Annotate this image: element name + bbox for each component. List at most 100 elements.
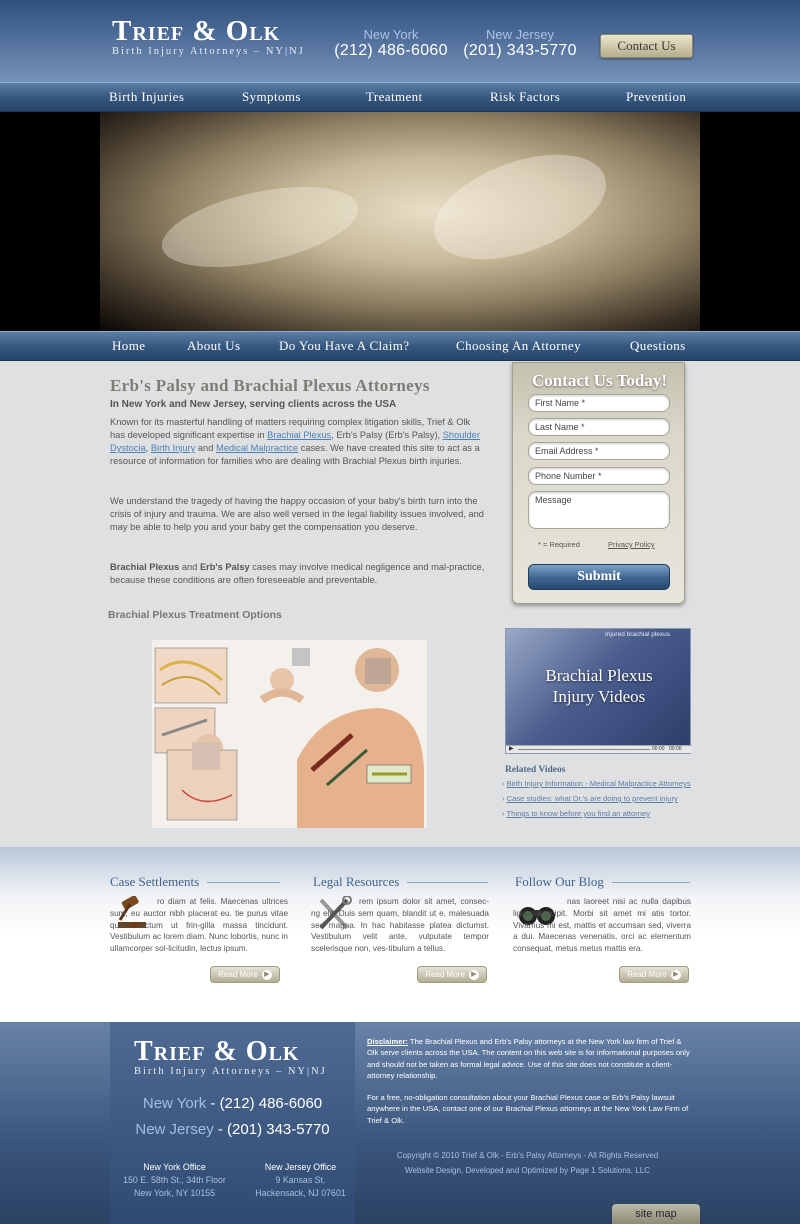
site-footer: Trief & Olk Birth Injury Attorneys – NY|… [0, 1022, 800, 1224]
phone-number: - (201) 343-5770 [213, 1121, 330, 1138]
tragedy-paragraph: We understand the tragedy of having the … [110, 496, 484, 532]
nav-item-home[interactable]: Home [112, 338, 145, 354]
brand-logo[interactable]: Trief & Olk Birth Injury Attorneys – NY|… [112, 16, 305, 57]
intro-paragraph: Known for its masterful handling of matt… [110, 416, 485, 468]
text: and [195, 443, 216, 453]
nav-item-birth-injuries[interactable]: Birth Injuries [109, 89, 184, 105]
nav-item-risk-factors[interactable]: Risk Factors [490, 89, 560, 105]
nav-item-about-us[interactable]: About Us [187, 338, 240, 354]
nav-item-choosing-attorney[interactable]: Choosing An Attorney [456, 338, 581, 354]
office-address-line2: Hackensack, NJ 07601 [255, 1188, 346, 1198]
link-text[interactable]: Case studies: what Dr.'s are doing to pr… [507, 794, 678, 803]
video-title-line2: Injury Videos [552, 687, 646, 706]
arrow-icon: ▶ [261, 969, 272, 980]
related-videos-title: Related Videos [505, 765, 566, 775]
nav-item-symptoms[interactable]: Symptoms [242, 89, 301, 105]
nav-item-treatment[interactable]: Treatment [366, 89, 423, 105]
column-title: Legal Resources [313, 874, 488, 890]
office-name: New York Office [143, 1162, 206, 1172]
phone-number: - (212) 486-6060 [206, 1095, 323, 1112]
anatomy-illustration [154, 647, 424, 828]
nav-item-claim[interactable]: Do You Have A Claim? [279, 338, 409, 354]
related-video-link[interactable]: › Birth Injury Information - Medical Mal… [502, 779, 691, 788]
seek-bar[interactable] [518, 749, 650, 750]
text: The Brachial Plexus and Erb's Palsy atto… [367, 1037, 690, 1080]
phone-city: New York [142, 1095, 207, 1112]
video-controls[interactable]: ▶ 00:00 00:00 [506, 745, 692, 753]
read-more-button[interactable]: Read More ▶ [417, 966, 487, 983]
contact-us-button[interactable]: Contact Us [600, 34, 693, 58]
video-title-line1: Brachial Plexus [545, 666, 653, 685]
first-name-field[interactable]: First Name * [528, 394, 670, 412]
design-credit[interactable]: Website Design, Developed and Optimized … [355, 1166, 700, 1175]
brand-name: Trief & Olk [112, 15, 281, 47]
brand-tagline: Birth Injury Attorneys – NY|NJ [134, 1066, 327, 1077]
site-header: Trief & Olk Birth Injury Attorneys – NY|… [0, 0, 800, 82]
nav-item-questions[interactable]: Questions [630, 338, 686, 354]
button-label: Read More [627, 970, 667, 979]
brand-tagline: Birth Injury Attorneys – NY|NJ [112, 46, 305, 57]
phone-field[interactable]: Phone Number * [528, 467, 670, 485]
disclaimer-label: Disclaimer: [367, 1037, 408, 1046]
related-video-link[interactable]: › Things to know before you find an atto… [502, 809, 650, 818]
newborn-photo [100, 112, 700, 331]
column-follow-blog: Follow Our Blog nas laoreet nisi ac null… [513, 874, 691, 983]
arrow-icon: ▶ [670, 969, 681, 980]
read-more-button[interactable]: Read More ▶ [210, 966, 280, 983]
footer-phone-nj: New Jersey - (201) 343-5770 [110, 1121, 355, 1138]
video-player[interactable]: Injured brachial plexus Brachial Plexus … [505, 628, 692, 754]
main-nav: Home About Us Do You Have A Claim? Choos… [0, 331, 800, 361]
text: , Erb's Palsy (Erb's Palsy), [331, 430, 443, 440]
email-field[interactable]: Email Address * [528, 442, 670, 460]
phone-city: New York [363, 27, 419, 42]
read-more-button[interactable]: Read More ▶ [619, 966, 689, 983]
negligence-paragraph: Brachial Plexus and Erb's Palsy cases ma… [110, 561, 485, 587]
site-map-button[interactable]: site map [612, 1204, 700, 1224]
hero-image [0, 112, 800, 331]
footer-contact-block: Trief & Olk Birth Injury Attorneys – NY|… [110, 1022, 355, 1224]
link-medical-malpractice[interactable]: Medical Malpractice [216, 443, 298, 453]
footer-logo[interactable]: Trief & Olk Birth Injury Attorneys – NY|… [134, 1036, 327, 1078]
copyright: Copyright © 2010 Trief & Olk - Erb's Pal… [396, 1151, 659, 1160]
message-field[interactable]: Message [528, 491, 670, 529]
top-nav: Birth Injuries Symptoms Treatment Risk F… [0, 82, 800, 112]
consultation-text: For a free, no-obligation consultation a… [367, 1093, 689, 1125]
column-title: Case Settlements [110, 874, 280, 890]
time-total: 00:00 [669, 746, 682, 752]
link-birth-injury[interactable]: Birth Injury [151, 443, 195, 453]
arrow-icon: ▶ [468, 969, 479, 980]
link-brachial-plexus[interactable]: Brachial Plexus [267, 430, 331, 440]
office-address-line1: 150 E. 58th St., 34th Floor [123, 1175, 226, 1185]
footer-phone-ny: New York - (212) 486-6060 [110, 1095, 355, 1112]
header-phone-ny: New York (212) 486-6060 [326, 27, 456, 60]
column-text: nas laoreet nisi ac nulla dapibus ligula… [513, 897, 691, 954]
treatment-section-title: Brachial Plexus Treatment Options [108, 609, 282, 621]
submit-button[interactable]: Submit [528, 564, 670, 590]
office-new-jersey: New Jersey Office 9 Kansas St. Hackensac… [238, 1161, 363, 1200]
privacy-policy-link[interactable]: Privacy Policy [608, 540, 655, 549]
required-note: * = Required [538, 540, 580, 549]
phone-city: New Jersey [486, 27, 554, 42]
column-case-settlements: Case Settlements ro diam at felis. Maece… [110, 874, 288, 983]
bold-text: Brachial Plexus [110, 562, 180, 572]
text: and [179, 562, 200, 572]
page-title: Erb's Palsy and Brachial Plexus Attorney… [110, 376, 430, 395]
phone-number: (212) 486-6060 [334, 42, 448, 59]
phone-city: New Jersey [135, 1121, 214, 1138]
office-address-line1: 9 Kansas St. [275, 1175, 326, 1185]
office-name: New Jersey Office [264, 1162, 337, 1172]
link-text[interactable]: Birth Injury Information - Medical Malpr… [507, 779, 691, 788]
office-new-york: New York Office 150 E. 58th St., 34th Fl… [112, 1161, 237, 1200]
contact-form: Contact Us Today! First Name * Last Name… [512, 362, 685, 604]
office-address-line2: New York, NY 10155 [133, 1188, 216, 1198]
link-text[interactable]: Things to know before you find an attorn… [507, 809, 651, 818]
disclaimer-text: Disclaimer: The Brachial Plexus and Erb'… [367, 1036, 694, 1081]
related-video-link[interactable]: › Case studies: what Dr.'s are doing to … [502, 794, 678, 803]
brand-name: Trief & Olk [134, 1036, 300, 1067]
last-name-field[interactable]: Last Name * [528, 418, 670, 436]
treatment-diagram [152, 640, 427, 828]
play-icon[interactable]: ▶ [509, 745, 514, 752]
nav-item-prevention[interactable]: Prevention [626, 89, 686, 105]
header-phone-nj: New Jersey (201) 343-5770 [455, 27, 585, 60]
page-subtitle: In New York and New Jersey, serving clie… [110, 399, 397, 410]
